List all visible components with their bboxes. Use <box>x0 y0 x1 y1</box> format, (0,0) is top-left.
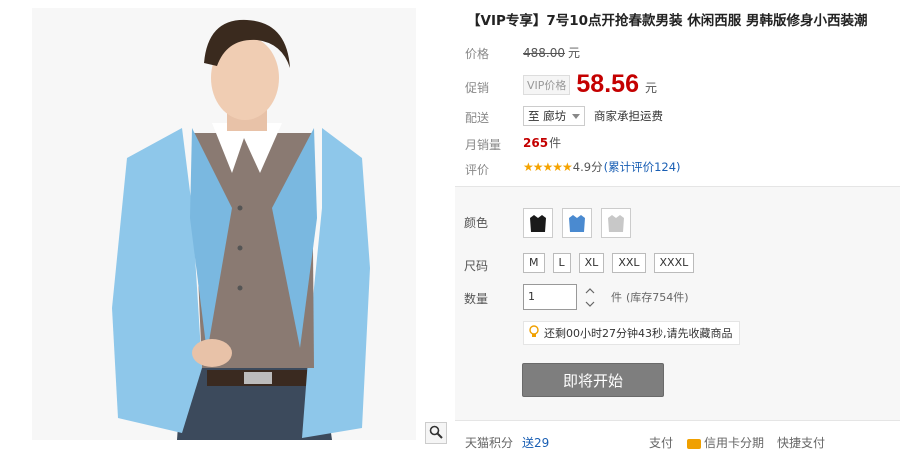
pay-option-quick[interactable]: 快捷支付 <box>777 434 825 451</box>
quantity-decrease-button[interactable] <box>581 297 599 310</box>
quantity-unit: 件 <box>611 291 622 304</box>
vip-currency-unit: 元 <box>644 81 657 95</box>
stock-text: (库存754件) <box>626 291 689 304</box>
jacket-icon <box>608 215 624 232</box>
size-option-xxl[interactable]: XXL <box>612 253 646 273</box>
monthly-sales-label: 月销量 <box>465 138 502 152</box>
original-price: 488.00 <box>523 46 565 60</box>
size-label: 尺码 <box>464 259 489 273</box>
monthly-sales: 265 件 <box>523 134 561 151</box>
shipping-label: 配送 <box>465 111 490 125</box>
product-title: 【VIP专享】7号10点开抢春款男装 休闲西服 男韩版修身小西装潮 <box>467 13 868 29</box>
zoom-button[interactable] <box>425 422 447 444</box>
currency-unit: 元 <box>568 46 581 60</box>
size-option-xl[interactable]: XL <box>578 253 605 273</box>
color-swatch-light-gray[interactable] <box>601 208 631 238</box>
monthly-sales-value: 265 <box>523 136 549 150</box>
coming-soon-button[interactable]: 即将开始 <box>522 363 664 397</box>
jacket-icon <box>569 215 585 232</box>
rating-count-link[interactable]: (累计评价124) <box>604 159 681 175</box>
product-photo <box>32 8 416 440</box>
original-price-row: 488.00 元 <box>523 44 580 61</box>
color-options <box>523 208 631 238</box>
chevron-up-icon <box>585 287 595 293</box>
promo-label: 促销 <box>465 81 490 95</box>
shipping-note: 商家承担运费 <box>594 109 663 123</box>
quantity-input[interactable]: 1 <box>523 284 577 310</box>
size-option-m[interactable]: M <box>523 253 545 273</box>
size-option-l[interactable]: L <box>552 253 571 273</box>
quantity-increase-button[interactable] <box>581 284 599 297</box>
quantity-stepper <box>581 284 599 310</box>
chevron-down-icon <box>572 113 581 119</box>
credit-card-icon <box>687 438 701 449</box>
price-label: 价格 <box>465 47 490 61</box>
jacket-icon <box>530 215 546 232</box>
lightbulb-icon <box>528 324 540 342</box>
quantity-label: 数量 <box>464 292 489 306</box>
product-image[interactable] <box>32 8 416 440</box>
bottom-info-strip: 天猫积分 送29 支付 信用卡分期 快捷支付 <box>455 432 900 450</box>
size-options: M L XL XXL XXXL <box>523 253 695 273</box>
color-swatch-black[interactable] <box>523 208 553 238</box>
points-value: 送29 <box>522 436 550 450</box>
size-option-xxxl[interactable]: XXXL <box>653 253 695 273</box>
pay-option-installment-label: 信用卡分期 <box>704 436 765 450</box>
rating-label: 评价 <box>465 163 490 177</box>
monthly-sales-unit: 件 <box>549 136 562 150</box>
pay-label: 支付 <box>649 436 674 450</box>
vip-tag: VIP价格 <box>523 74 571 95</box>
rating-stars: ★★★★★ <box>523 160 573 174</box>
magnifier-icon <box>429 425 443 442</box>
quantity-row: 1 件 (库存754件) <box>523 284 689 310</box>
pay-option-quick-label: 快捷支付 <box>777 436 826 450</box>
color-swatch-blue[interactable] <box>562 208 592 238</box>
countdown-reminder: 还剩00小时27分钟43秒,请先收藏商品 <box>523 321 740 345</box>
shipping-destination: 至 廊坊 <box>528 109 567 123</box>
color-label: 颜色 <box>464 216 489 230</box>
chevron-down-icon <box>585 301 595 307</box>
shipping-destination-select[interactable]: 至 廊坊 <box>523 106 586 126</box>
rating-score: 4.9分 <box>572 160 603 174</box>
vip-price-row: VIP价格 58.56 元 <box>523 70 657 99</box>
rating-row: ★★★★★ 4.9分 (累计评价124) <box>523 159 681 175</box>
countdown-text: 还剩00小时27分钟43秒,请先收藏商品 <box>544 327 733 340</box>
points-label: 天猫积分 <box>465 436 514 450</box>
vip-price: 58.56 <box>576 70 639 98</box>
pay-option-installment[interactable]: 信用卡分期 <box>687 434 764 451</box>
